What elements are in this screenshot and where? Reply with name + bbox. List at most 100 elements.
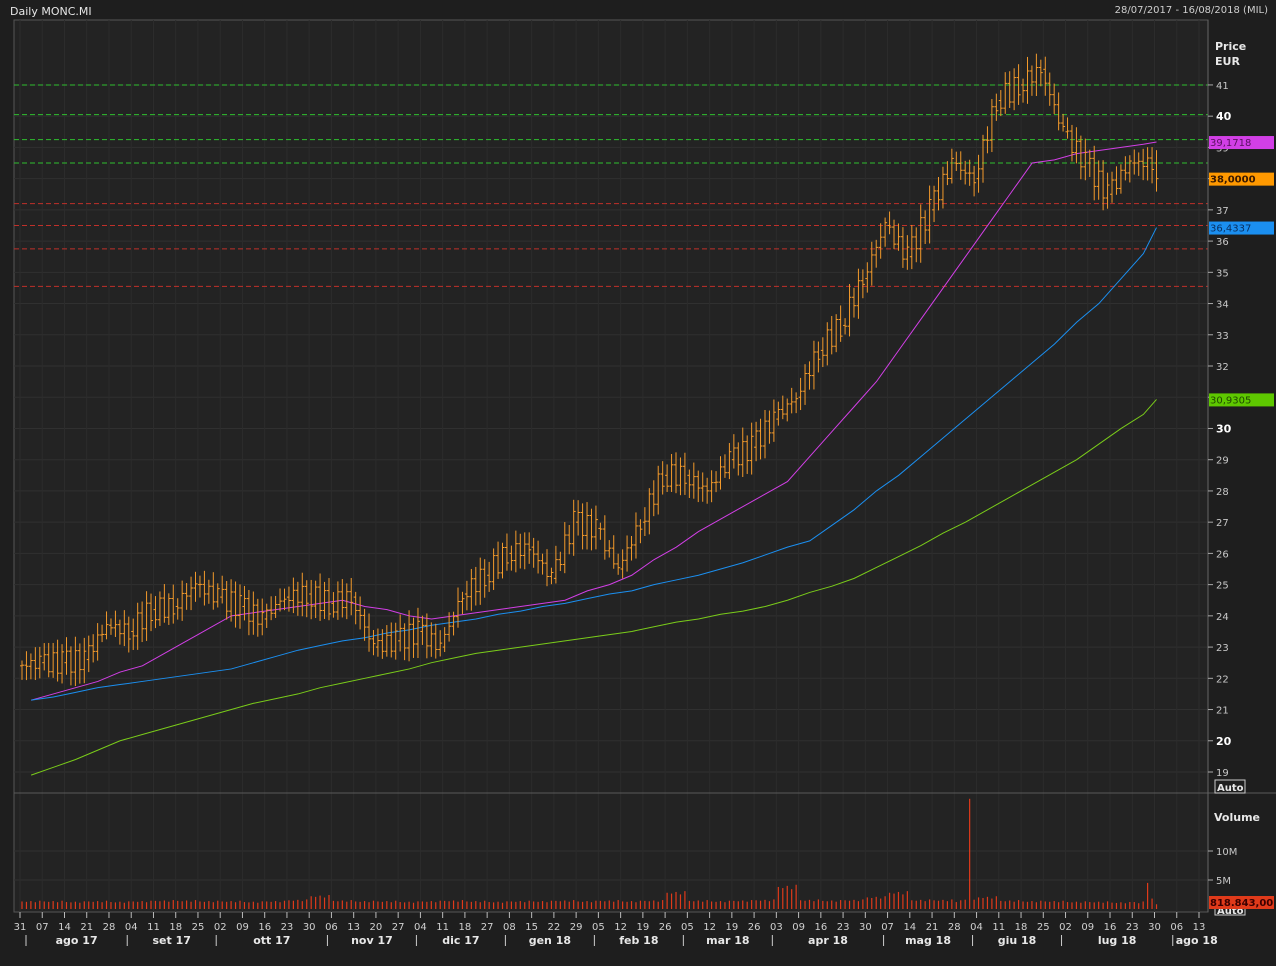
date-tick-label: 06 xyxy=(1170,922,1183,933)
date-tick-label: 27 xyxy=(481,922,494,933)
price-tick-label: 33 xyxy=(1216,331,1229,342)
volume-tick-label: 10M xyxy=(1216,847,1237,858)
date-tick-label: 04 xyxy=(414,922,427,933)
date-tick-label: 30 xyxy=(859,922,872,933)
price-tick-label: 22 xyxy=(1216,674,1229,685)
month-label: ago 18 xyxy=(1176,934,1218,947)
date-tick-label: 04 xyxy=(125,922,138,933)
month-label: set 17 xyxy=(153,934,191,947)
date-tick-label: 25 xyxy=(192,922,205,933)
date-tick-label: 16 xyxy=(814,922,827,933)
date-tick-label: 26 xyxy=(659,922,672,933)
price-axis-unit: EUR xyxy=(1215,55,1240,68)
price-tick-label: 27 xyxy=(1216,518,1229,529)
price-tick-label: 32 xyxy=(1216,362,1229,373)
date-tick-label: 05 xyxy=(681,922,694,933)
plot-area xyxy=(13,19,1209,913)
date-tick-label: 02 xyxy=(214,922,227,933)
month-label: lug 18 xyxy=(1098,934,1137,947)
date-tick-label: 25 xyxy=(1037,922,1050,933)
price-auto-label: Auto xyxy=(1217,783,1244,794)
date-tick-label: 13 xyxy=(1193,922,1206,933)
date-tick-label: 07 xyxy=(881,922,894,933)
date-tick-label: 05 xyxy=(592,922,605,933)
date-tick-label: 09 xyxy=(792,922,805,933)
date-tick-label: 13 xyxy=(347,922,360,933)
price-axis-title: Price xyxy=(1215,40,1246,53)
date-tick-label: 16 xyxy=(258,922,271,933)
price-tick-label: 37 xyxy=(1216,206,1229,217)
last_price-badge-label: 38,0000 xyxy=(1210,175,1256,186)
date-tick-label: 11 xyxy=(436,922,449,933)
price-tick-label: 41 xyxy=(1216,81,1229,92)
month-label: nov 17 xyxy=(351,934,393,947)
date-tick-label: 12 xyxy=(703,922,716,933)
date-tick-label: 26 xyxy=(748,922,761,933)
date-tick-label: 19 xyxy=(637,922,650,933)
date-tick-label: 23 xyxy=(837,922,850,933)
date-tick-label: 30 xyxy=(303,922,316,933)
month-label: apr 18 xyxy=(808,934,848,947)
month-label: giu 18 xyxy=(998,934,1037,947)
price-tick-label: 36 xyxy=(1216,237,1229,248)
date-tick-label: 16 xyxy=(1104,922,1117,933)
ma_green-badge-label: 30,9305 xyxy=(1210,395,1251,406)
date-tick-label: 09 xyxy=(236,922,249,933)
date-tick-label: 08 xyxy=(503,922,516,933)
price-tick-label: 20 xyxy=(1216,735,1232,748)
price-tick-label: 23 xyxy=(1216,643,1229,654)
price-tick-label: 29 xyxy=(1216,456,1229,467)
price-tick-label: 26 xyxy=(1216,549,1229,560)
date-tick-label: 18 xyxy=(1015,922,1028,933)
date-tick-label: 18 xyxy=(459,922,472,933)
date-tick-label: 03 xyxy=(770,922,783,933)
date-tick-label: 14 xyxy=(903,922,916,933)
date-tick-label: 23 xyxy=(1126,922,1139,933)
date-tick-label: 28 xyxy=(948,922,961,933)
date-tick-label: 21 xyxy=(80,922,93,933)
date-tick-label: 31 xyxy=(14,922,27,933)
price-tick-label: 24 xyxy=(1216,612,1229,623)
date-tick-label: 21 xyxy=(926,922,939,933)
month-label: ott 17 xyxy=(253,934,290,947)
volume-axis-title: Volume xyxy=(1214,811,1260,824)
price-tick-label: 35 xyxy=(1216,268,1229,279)
date-tick-label: 04 xyxy=(970,922,983,933)
volume-last-label: 818.843,00 xyxy=(1210,898,1273,909)
price-tick-label: 40 xyxy=(1216,110,1232,123)
price-tick-label: 30 xyxy=(1216,422,1232,435)
price-tick-label: 25 xyxy=(1216,581,1229,592)
date-tick-label: 18 xyxy=(169,922,182,933)
volume-tick-label: 5M xyxy=(1216,876,1231,887)
month-label: mar 18 xyxy=(706,934,749,947)
date-tick-label: 29 xyxy=(570,922,583,933)
date-tick-label: 07 xyxy=(36,922,49,933)
date-tick-label: 06 xyxy=(325,922,338,933)
date-tick-label: 23 xyxy=(281,922,294,933)
date-tick-label: 20 xyxy=(370,922,383,933)
date-tick-label: 27 xyxy=(392,922,405,933)
date-tick-label: 11 xyxy=(147,922,160,933)
date-tick-label: 22 xyxy=(548,922,561,933)
month-label: dic 17 xyxy=(442,934,479,947)
date-tick-label: 11 xyxy=(992,922,1005,933)
price-volume-chart[interactable]: 19 20 21 22 23 24 25 26 27 28 29 30 31 32 33 34 35 36 37 38… xyxy=(0,0,1276,966)
price-tick-label: 19 xyxy=(1216,768,1229,779)
date-tick-label: 12 xyxy=(614,922,627,933)
ma_magenta-badge-label: 39,1718 xyxy=(1210,138,1251,149)
price-tick-label: 28 xyxy=(1216,487,1229,498)
ma_blue-badge-label: 36,4337 xyxy=(1210,224,1251,235)
date-tick-label: 14 xyxy=(58,922,71,933)
date-tick-label: 19 xyxy=(725,922,738,933)
date-tick-label: 15 xyxy=(525,922,538,933)
date-tick-label: 02 xyxy=(1059,922,1072,933)
price-tick-label: 21 xyxy=(1216,706,1229,717)
date-tick-label: 30 xyxy=(1148,922,1161,933)
date-tick-label: 28 xyxy=(103,922,116,933)
price-tick-label: 34 xyxy=(1216,300,1229,311)
month-label: mag 18 xyxy=(905,934,951,947)
month-label: ago 17 xyxy=(56,934,98,947)
date-tick-label: 09 xyxy=(1081,922,1094,933)
month-label: feb 18 xyxy=(619,934,658,947)
month-label: gen 18 xyxy=(529,934,571,947)
